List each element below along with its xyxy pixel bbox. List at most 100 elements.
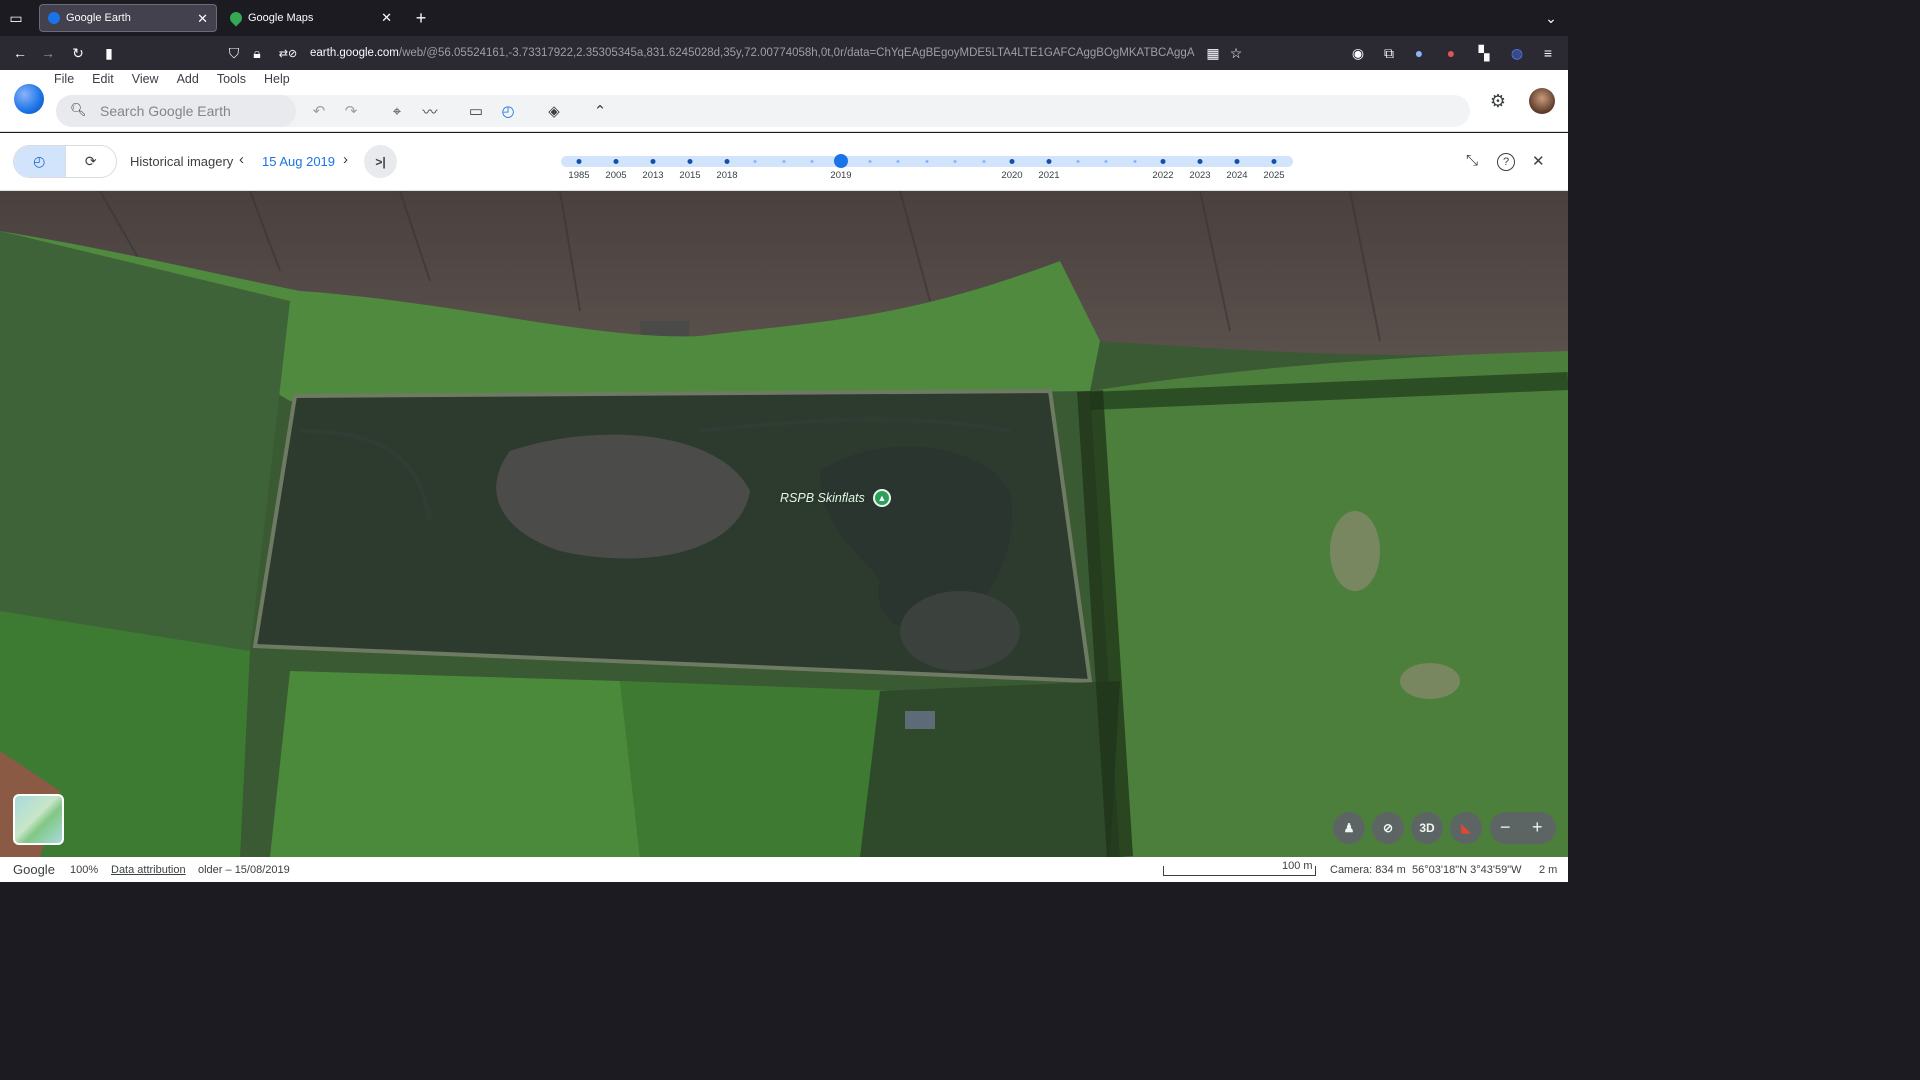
timeline-tick-2018[interactable] (724, 159, 730, 164)
historical-imagery-icon[interactable]: ◴ (497, 100, 519, 122)
timeline-year-2019[interactable]: 2019 (830, 170, 851, 181)
timeline-year-2005[interactable]: 2005 (605, 170, 626, 181)
extension-profile-icon[interactable]: ◉ (1349, 44, 1367, 62)
timeline-year-2025[interactable]: 2025 (1263, 170, 1284, 181)
historical-mode-button[interactable]: ◴ (14, 146, 66, 177)
place-label[interactable]: RSPB Skinflats (780, 491, 865, 505)
avatar[interactable] (1529, 88, 1555, 114)
timeline-tick-1985[interactable] (576, 159, 582, 164)
google-wordmark: Google (13, 862, 55, 877)
timeline-minor-tick[interactable] (810, 160, 814, 163)
elevation: 2 m (1539, 864, 1558, 876)
extension-red-icon[interactable]: ● (1442, 44, 1460, 62)
timeline-tick-2021[interactable] (1046, 159, 1052, 164)
toggle-3d-button[interactable]: 3D (1411, 812, 1443, 844)
timeline-minor-tick[interactable] (868, 160, 872, 163)
timeline-minor-tick[interactable] (1076, 160, 1080, 163)
timeline-tick-2023[interactable] (1197, 159, 1203, 164)
menu-icon[interactable]: ≡ (1539, 44, 1557, 62)
menu-edit[interactable]: Edit (92, 72, 114, 86)
timeline-tick-2024[interactable] (1234, 159, 1240, 164)
next-date-icon[interactable]: › (343, 151, 348, 168)
permissions-icon[interactable]: ⇄⊘ (274, 44, 302, 62)
google-earth-logo[interactable] (14, 84, 44, 114)
timeline-year-1985[interactable]: 1985 (568, 170, 589, 181)
tab-google-maps[interactable]: Google Maps ✕ (222, 4, 400, 32)
back-icon[interactable]: ← (11, 44, 29, 62)
tab-list-icon[interactable]: ▭ (8, 10, 24, 26)
timeline-year-2018[interactable]: 2018 (716, 170, 737, 181)
nature-reserve-pin-icon[interactable]: ▲ (873, 489, 891, 507)
add-placemark-icon[interactable]: ⌖ (386, 100, 408, 122)
satellite-map[interactable]: RSPB Skinflats ▲ ♟ ⊘ 3D ◣ − + (0, 191, 1568, 857)
street-view-pegman-icon[interactable]: ♟ (1333, 812, 1365, 844)
password-manager-icon[interactable]: ● (1410, 44, 1428, 62)
extension-puzzle-icon[interactable]: ⧉ (1380, 44, 1398, 62)
redo-icon[interactable]: ↷ (340, 100, 362, 122)
menu-file[interactable]: File (54, 72, 74, 86)
new-tab-icon[interactable]: + (412, 8, 430, 28)
menu-view[interactable]: View (132, 72, 159, 86)
timeline-minor-tick[interactable] (1133, 160, 1137, 163)
shield-icon[interactable]: ⛉ (226, 44, 242, 62)
account-icon[interactable]: ◍ (1508, 44, 1526, 62)
timeline-minor-tick[interactable] (982, 160, 986, 163)
zoom-in-icon[interactable]: + (1532, 817, 1543, 838)
bookmark-star-icon[interactable]: ☆ (1227, 44, 1245, 62)
timeline-minor-tick[interactable] (782, 160, 786, 163)
page-icon: ▮ (105, 44, 113, 61)
tab-google-earth[interactable]: Google Earth ✕ (39, 4, 217, 32)
timeline-year-2022[interactable]: 2022 (1152, 170, 1173, 181)
timeline-year-2024[interactable]: 2024 (1226, 170, 1247, 181)
close-tab-icon[interactable]: ✕ (197, 11, 208, 27)
latest-imagery-button[interactable]: >| (364, 145, 397, 178)
layers-icon[interactable]: ◈ (543, 100, 565, 122)
timeline-minor-tick[interactable] (896, 160, 900, 163)
timelapse-mode-button[interactable]: ⟳ (66, 146, 117, 177)
search-input[interactable]: Search Google Earth (100, 103, 231, 119)
zoom-out-icon[interactable]: − (1500, 817, 1511, 838)
collapse-arrows-icon[interactable]: ⤡ (1466, 152, 1478, 169)
menu-help[interactable]: Help (264, 72, 290, 86)
timeline-minor-tick[interactable] (925, 160, 929, 163)
timeline-slider-handle[interactable] (834, 154, 848, 168)
add-path-icon[interactable]: 〰 (419, 100, 441, 122)
collapse-chevron-up-icon[interactable]: ⌃ (589, 100, 611, 122)
timeline-tick-2025[interactable] (1271, 159, 1277, 164)
reload-icon[interactable]: ↻ (69, 44, 87, 62)
timeline-tick-2015[interactable] (687, 159, 693, 164)
chevron-down-icon[interactable]: ⌄ (1542, 9, 1560, 27)
timeline-year-2020[interactable]: 2020 (1001, 170, 1022, 181)
close-tab-icon[interactable]: ✕ (381, 10, 392, 26)
lock-icon[interactable]: 🔒︎ (250, 44, 264, 62)
timeline-year-2021[interactable]: 2021 (1038, 170, 1059, 181)
timeline-tick-2020[interactable] (1009, 159, 1015, 164)
data-attribution-link[interactable]: Data attribution (111, 864, 186, 876)
help-icon[interactable]: ? (1497, 153, 1515, 171)
timeline-minor-tick[interactable] (953, 160, 957, 163)
compass-icon[interactable]: ◣ (1450, 812, 1482, 844)
timeline-year-2013[interactable]: 2013 (642, 170, 663, 181)
timeline-tick-2022[interactable] (1160, 159, 1166, 164)
imagery-date[interactable]: 15 Aug 2019 (262, 154, 335, 169)
close-icon[interactable]: ✕ (1532, 152, 1545, 170)
timeline-minor-tick[interactable] (753, 160, 757, 163)
qr-code-icon[interactable]: ▦ (1204, 44, 1222, 62)
settings-gear-icon[interactable]: ⚙ (1487, 90, 1509, 112)
forward-icon[interactable]: → (39, 44, 57, 62)
previous-date-icon[interactable]: ‹ (239, 151, 244, 168)
measure-ruler-icon[interactable]: ▭ (465, 100, 487, 122)
undo-icon[interactable]: ↶ (308, 100, 330, 122)
timeline-year-2023[interactable]: 2023 (1189, 170, 1210, 181)
timeline-tick-2013[interactable] (650, 159, 656, 164)
minimap[interactable] (13, 794, 64, 845)
extensions-grid-icon[interactable]: ▚ (1475, 44, 1493, 62)
timeline-tick-2005[interactable] (613, 159, 619, 164)
url-field[interactable]: earth.google.com/web/@56.05524161,-3.733… (310, 47, 1200, 59)
menu-tools[interactable]: Tools (217, 72, 246, 86)
zoom-percentage[interactable]: 100% (70, 864, 98, 876)
menu-add[interactable]: Add (177, 72, 199, 86)
timeline-year-2015[interactable]: 2015 (679, 170, 700, 181)
reset-tilt-icon[interactable]: ⊘ (1372, 812, 1404, 844)
timeline-minor-tick[interactable] (1104, 160, 1108, 163)
